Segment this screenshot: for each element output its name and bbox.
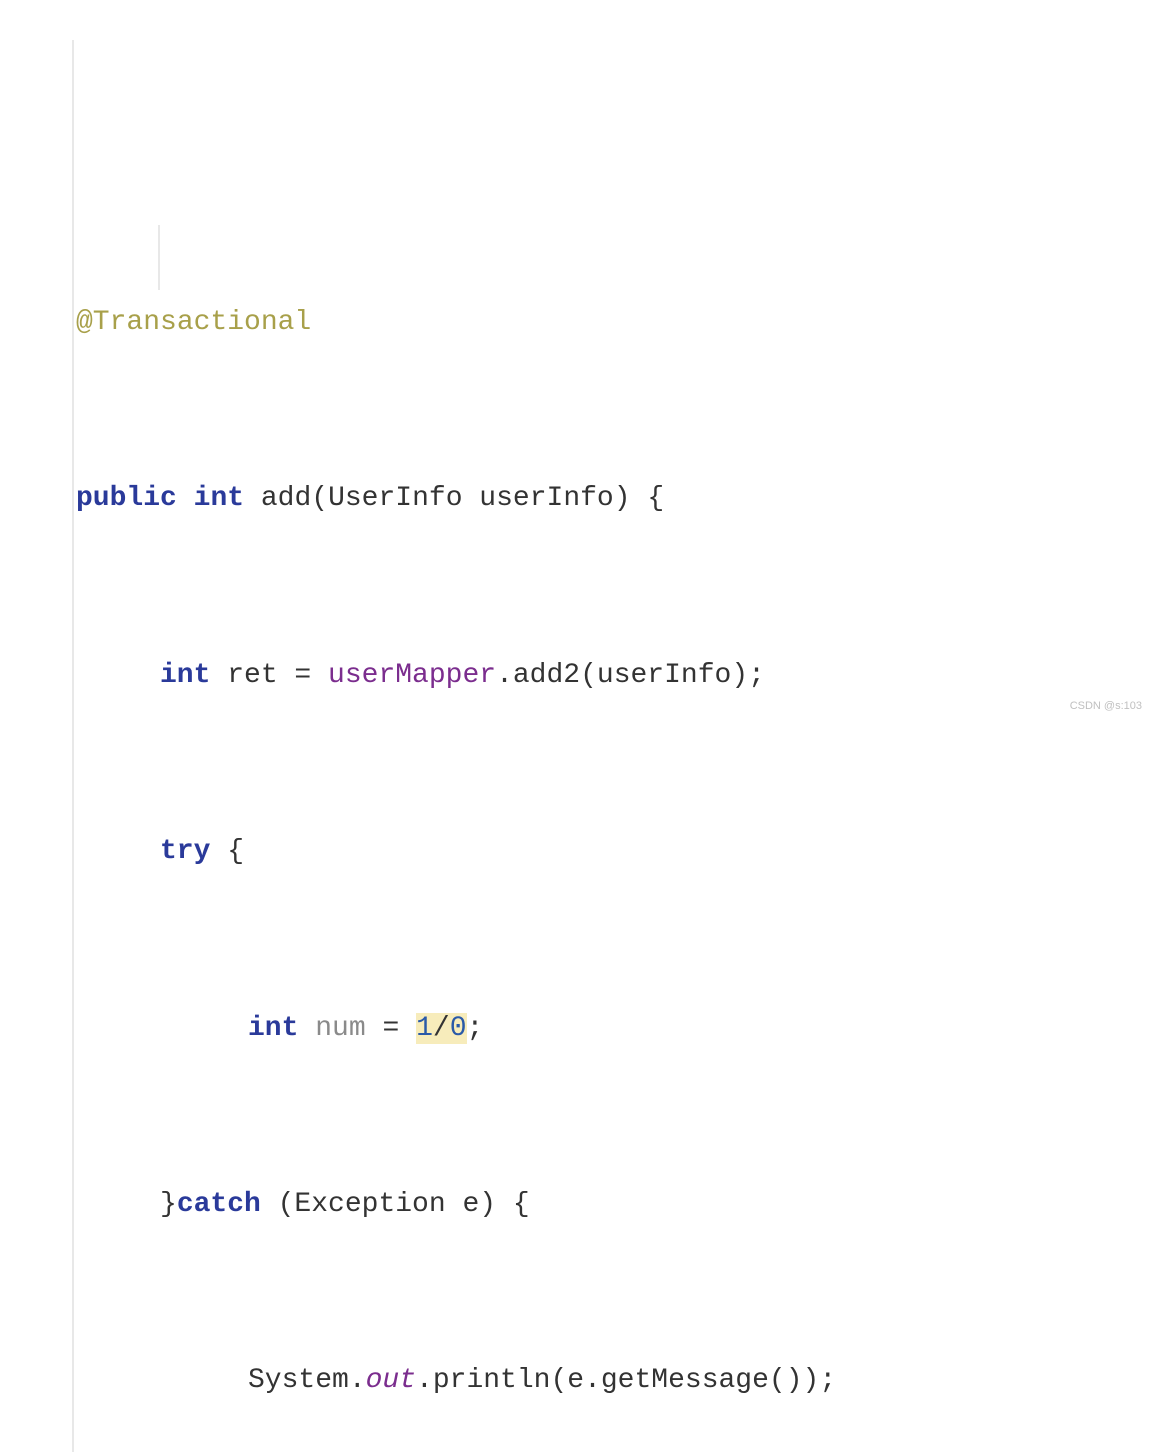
code-line-7: System.out.println(e.getMessage()); [0,1352,1156,1411]
catch-brace: } [160,1189,177,1220]
field-userMapper: userMapper [328,660,496,691]
var-num: num [315,1013,365,1044]
decl-num-head [298,1013,315,1044]
code-line-5: int num = 1/0; [0,1000,1156,1059]
num-0: 0 [450,1013,467,1044]
code-line-2: public int add(UserInfo userInfo) { [0,470,1156,529]
catch-rest: (Exception e) { [261,1189,530,1220]
code-line-6: }catch (Exception e) { [0,1176,1156,1235]
decl-num-tail: ; [467,1013,484,1044]
code-block: @Transactional public int add(UserInfo u… [0,0,1156,1452]
code-line-4: try { [0,823,1156,882]
method-signature: add(UserInfo userInfo) { [244,483,664,514]
num-slash: / [433,1013,450,1044]
kw-int-1: int [194,483,244,514]
kw-try: try [160,836,210,867]
decl-ret-tail: .add2(userInfo); [496,660,765,691]
sout1-tail: .println(e.getMessage()); [416,1365,836,1396]
indent-guide-1 [72,40,74,1452]
num-1: 1 [416,1013,433,1044]
static-out-1: out [366,1365,416,1396]
kw-int-2: int [160,660,210,691]
decl-num-eq: = [366,1013,416,1044]
watermark-text: CSDN @s:103 [1070,695,1142,718]
annotation-text: @Transactional [76,307,311,338]
sout1-head: System. [248,1365,366,1396]
indent-guide-2 [158,225,160,290]
code-line-1: @Transactional [0,294,1156,353]
kw-catch: catch [177,1189,261,1220]
division-highlight: 1/0 [416,1013,466,1044]
kw-public: public [76,483,177,514]
try-brace: { [210,836,244,867]
kw-int-3: int [248,1013,298,1044]
code-line-3: int ret = userMapper.add2(userInfo); [0,647,1156,706]
decl-ret-head: ret = [210,660,328,691]
